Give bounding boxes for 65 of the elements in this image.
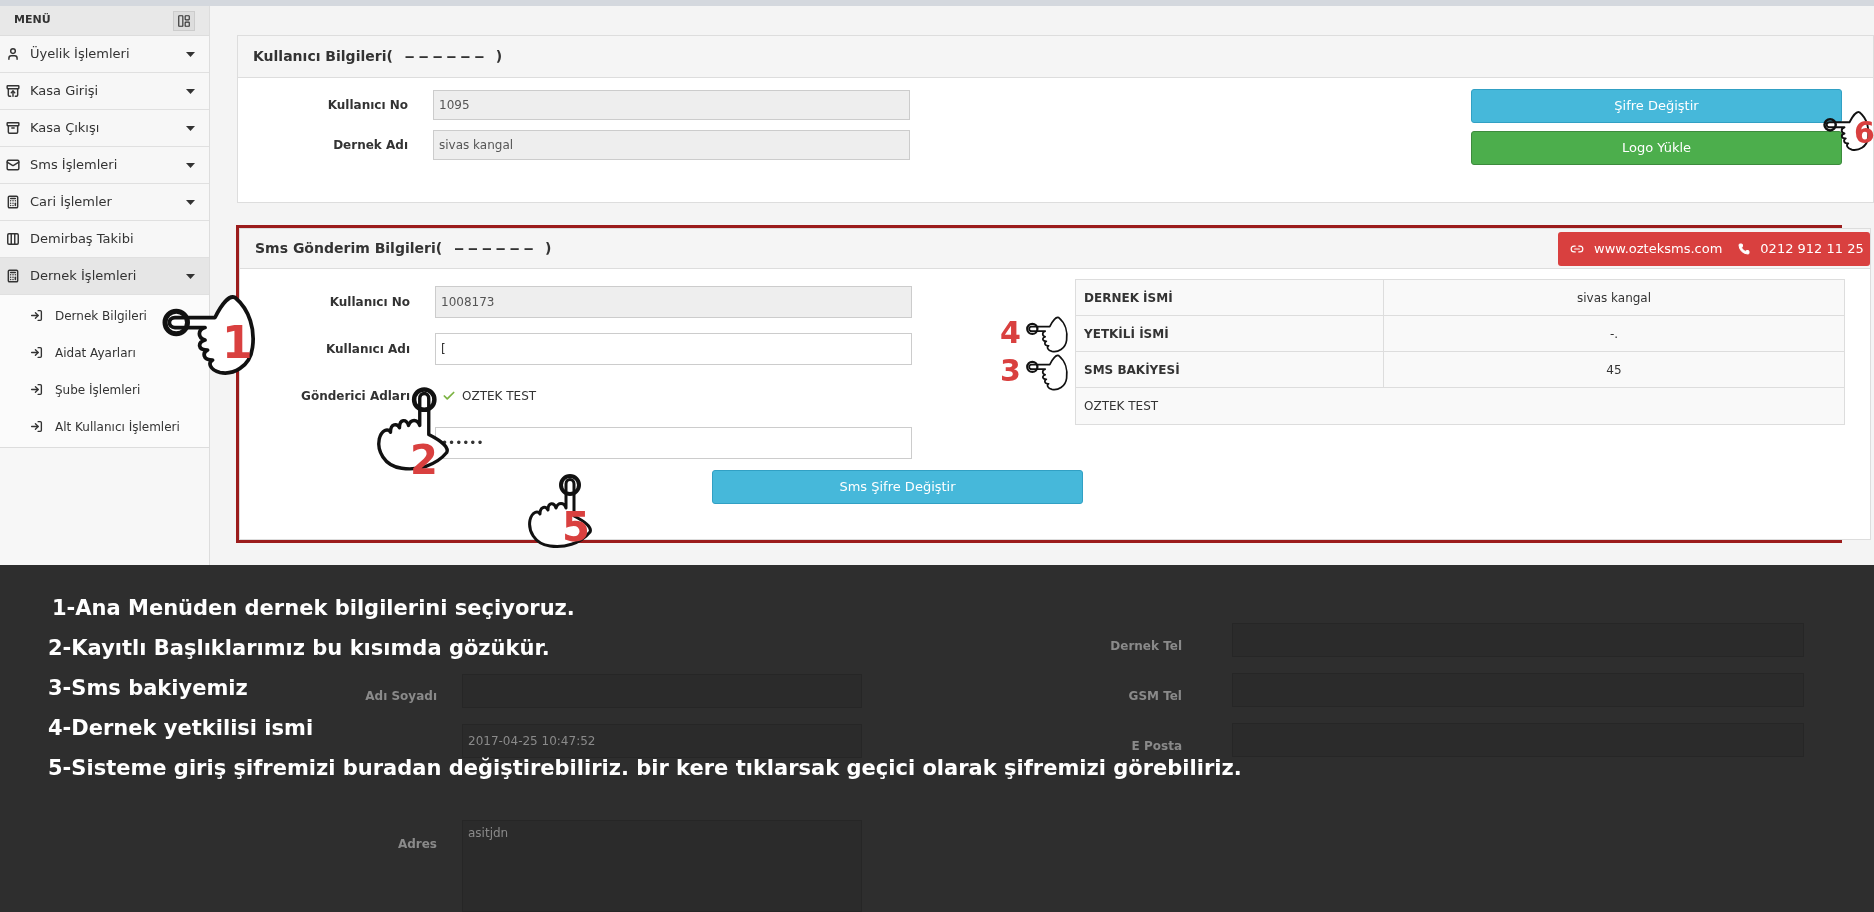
table-cell-text: OZTEK TEST [1083, 398, 1160, 415]
instruction-text: 3-Sms bakiyemiz [48, 675, 248, 701]
step-number: 1 [222, 321, 253, 365]
menu-title: MENÜ [14, 12, 51, 29]
form-label: Adı Soyadı [364, 688, 437, 705]
form-label: GSM Tel [1127, 688, 1182, 705]
menu-item-icon [6, 121, 20, 135]
table-cell-text: sivas kangal [1575, 289, 1653, 307]
field-label: Kullanıcı No [326, 97, 408, 114]
sign-in-icon [30, 346, 43, 359]
menu-item-icon [6, 195, 20, 209]
field-label: Gönderici Adları [300, 387, 410, 405]
panel-title-end: ) [545, 239, 552, 258]
submenu-item[interactable]: Şube İşlemleri [30, 371, 141, 408]
menu-item-icon [6, 84, 20, 98]
field-label: Dernek Adı [332, 137, 408, 154]
submenu-item[interactable]: Aidat Ayarları [30, 334, 136, 371]
instruction-text: 5-Sisteme giriş şifremizi buradan değiştirebiliriz. bir kere tıklarsak geçici olarak şifremizi görebiliriz. [48, 755, 1242, 781]
caret-icon [186, 162, 195, 168]
menu-item-icon [6, 158, 20, 172]
caret-icon [186, 51, 195, 57]
website-link[interactable]: www.ozteksms.com [1594, 238, 1723, 259]
menu-item-icon [6, 47, 20, 61]
masked-text: ‒ ‒ ‒ ‒ ‒ ‒ [404, 47, 484, 66]
sign-in-icon [30, 309, 43, 322]
masked-text: ‒ ‒ ‒ ‒ ‒ ‒ [454, 239, 534, 258]
field-label: Kullanıcı Adı [325, 340, 410, 358]
phone-number: 0212 912 11 25 [1760, 239, 1864, 258]
table-header-cell: DERNEK İSMİ [1076, 280, 1384, 315]
form-field: asitjdn [462, 820, 862, 912]
caret-icon [186, 273, 195, 279]
table-cell-text: 45 [1605, 361, 1623, 379]
panel-title: Sms Gönderim Bilgileri( [255, 239, 443, 258]
sender-name: OZTEK TEST [462, 387, 537, 405]
step-number: 4 [1000, 318, 1021, 348]
sign-in-icon [30, 383, 43, 396]
step-number: 5 [562, 507, 590, 547]
caret-icon [186, 88, 195, 94]
panel-title-end: ) [495, 47, 503, 66]
instruction-text: 2-Kayıtlı Başlıklarımız bu kısımda gözükür. [48, 635, 550, 661]
phone-icon [1738, 242, 1751, 255]
sidebar-toggle-button[interactable] [173, 10, 195, 31]
sidebar-item[interactable]: Dernek İşlemleri [0, 258, 209, 295]
field-label: Kullanıcı No [328, 293, 410, 311]
panel-title: Kullanıcı Bilgileri( [253, 47, 393, 66]
submenu-item[interactable]: Alt Kullanıcı İşlemleri [30, 408, 180, 445]
menu-item-icon [6, 232, 20, 246]
table-header-cell: SMS BAKİYESİ [1076, 352, 1384, 387]
form-label: E Posta [1130, 738, 1182, 755]
layout-icon [177, 13, 191, 28]
caret-icon [186, 199, 195, 205]
instruction-text: 1-Ana Menüden dernek bilgilerini seçiyoruz. [51, 595, 575, 621]
submenu-item[interactable]: Dernek Bilgileri [30, 297, 147, 334]
instruction-text: 4-Dernek yetkilisi ismi [48, 715, 314, 741]
text-field[interactable]: [ [435, 332, 912, 365]
step-number: 3 [1000, 356, 1021, 386]
table-header-cell: YETKİLİ İSMİ [1076, 316, 1384, 351]
caret-icon [186, 125, 195, 131]
text-field[interactable]: •••••• [435, 426, 912, 459]
form-label: Adres [396, 836, 437, 853]
menu-item-icon [6, 269, 20, 283]
form-field: 2017-04-25 10:47:52 [462, 724, 862, 758]
table-cell-text: -. [1608, 325, 1620, 343]
form-label: Dernek Tel [1109, 638, 1182, 655]
sign-in-icon [30, 420, 43, 433]
